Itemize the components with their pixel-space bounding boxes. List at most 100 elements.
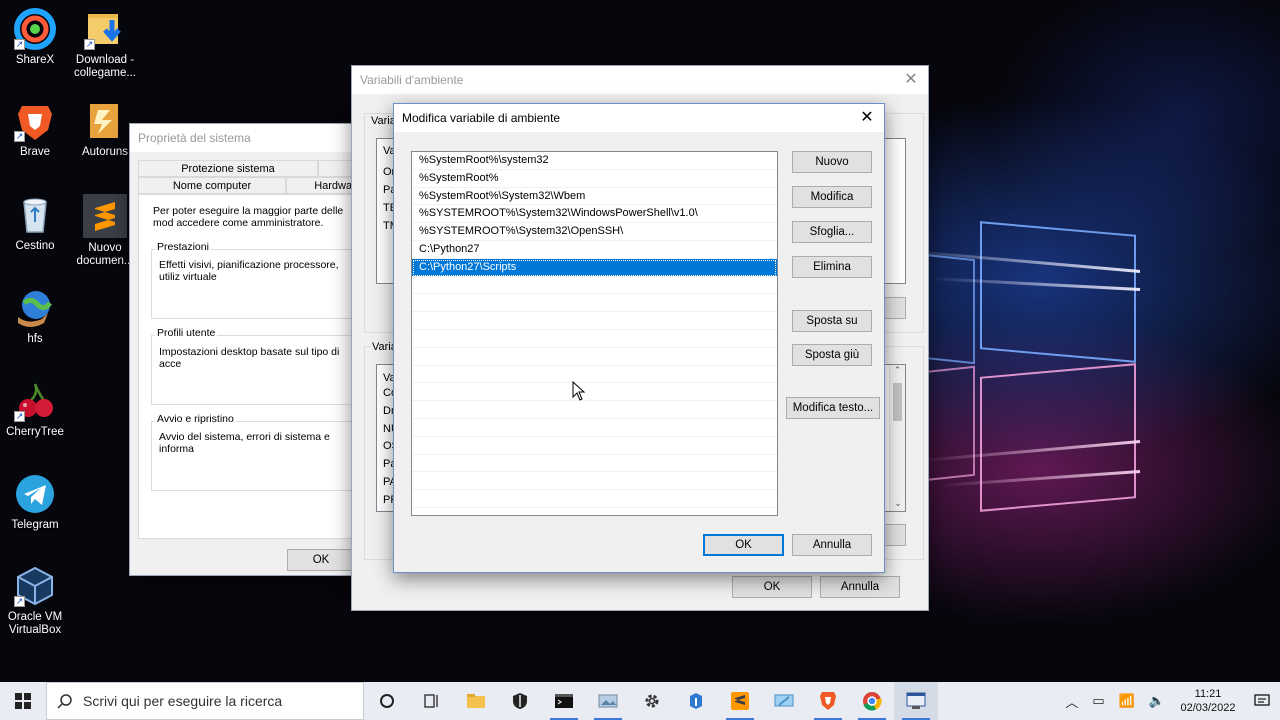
move-up-button[interactable]: Sposta su xyxy=(792,310,872,332)
settings-icon[interactable] xyxy=(630,682,674,720)
list-item-empty[interactable] xyxy=(412,294,777,313)
window-title: Modifica variabile di ambiente xyxy=(394,104,884,132)
shortcut-arrow-icon: ↗ xyxy=(84,39,95,50)
teams-icon[interactable] xyxy=(674,682,718,720)
desktop-icon-label: Cestino xyxy=(15,240,55,252)
admin-notice: Per poter eseguire la maggior parte dell… xyxy=(153,205,344,229)
list-item[interactable]: %SystemRoot%\system32 xyxy=(412,152,777,170)
list-item[interactable]: C:\Python27 xyxy=(412,241,777,259)
path-entries-list[interactable]: %SystemRoot%\system32 %SystemRoot% %Syst… xyxy=(411,151,778,516)
desktop-icon-brave[interactable]: ↗ Brave xyxy=(0,100,70,159)
list-item[interactable]: %SYSTEMROOT%\System32\OpenSSH\ xyxy=(412,223,777,241)
file-explorer-icon[interactable] xyxy=(454,682,498,720)
brave-icon[interactable] xyxy=(806,682,850,720)
list-item-empty[interactable] xyxy=(412,472,777,491)
sublime-icon[interactable] xyxy=(718,682,762,720)
clock-date: 02/03/2022 xyxy=(1180,702,1236,714)
list-item-empty[interactable] xyxy=(412,366,777,384)
search-box[interactable]: Scrivi qui per eseguire la ricerca xyxy=(46,682,364,720)
chrome-icon[interactable] xyxy=(850,682,894,720)
ok-button[interactable]: OK xyxy=(703,534,784,556)
chevron-up-icon[interactable]: ︿ xyxy=(1065,692,1078,711)
clock-time: 11:21 xyxy=(1194,688,1222,700)
list-item-empty[interactable] xyxy=(412,312,777,330)
list-item-empty[interactable] xyxy=(412,383,777,402)
delete-button[interactable]: Elimina xyxy=(792,256,872,278)
shortcut-arrow-icon: ↗ xyxy=(14,39,25,50)
scrollbar-thumb[interactable] xyxy=(893,383,902,421)
chevron-up-icon[interactable]: ⌃ xyxy=(890,365,905,376)
window-logo-pane xyxy=(980,363,1136,512)
close-icon[interactable]: ✕ xyxy=(856,108,878,128)
list-item[interactable]: %SystemRoot%\System32\Wbem xyxy=(412,188,777,206)
desktop-icon-download[interactable]: ↗ Download - collegame... xyxy=(70,8,140,80)
notifications-icon[interactable] xyxy=(1244,682,1280,720)
list-item-empty[interactable] xyxy=(412,401,777,419)
desktop-icon-label: ShareX xyxy=(15,54,55,66)
edit-text-button[interactable]: Modifica testo... xyxy=(786,397,880,419)
cortana-icon[interactable] xyxy=(364,682,410,720)
autoruns-icon xyxy=(84,100,126,142)
wifi-icon[interactable]: 📶 xyxy=(1119,693,1135,709)
window-title: Variabili d'ambiente xyxy=(352,66,928,94)
windows-logo-icon xyxy=(15,693,31,709)
clock[interactable]: 11:21 02/03/2022 xyxy=(1172,687,1244,715)
list-item-empty[interactable] xyxy=(412,419,777,437)
list-item-empty[interactable] xyxy=(412,277,777,295)
tab-protezione-sistema[interactable]: Protezione sistema xyxy=(138,160,318,177)
list-item-empty[interactable] xyxy=(412,437,777,455)
chevron-down-icon[interactable]: ⌄ xyxy=(890,498,906,509)
edit-environment-variable-dialog[interactable]: Modifica variabile di ambiente ✕ %System… xyxy=(393,103,885,573)
task-view-icon[interactable] xyxy=(410,682,454,720)
search-icon xyxy=(57,694,72,709)
list-item[interactable]: %SystemRoot% xyxy=(412,170,777,188)
virtualbox-icon: ↗ xyxy=(14,565,56,607)
list-item-empty[interactable] xyxy=(412,455,777,473)
start-button[interactable] xyxy=(0,682,46,720)
ok-button[interactable]: OK xyxy=(287,549,355,571)
performance-group-label: Prestazioni xyxy=(155,241,211,253)
startup-recovery-description: Avvio del sistema, errori di sistema e i… xyxy=(159,431,330,455)
recycle-bin-icon xyxy=(14,194,56,236)
battery-icon[interactable]: ▭ xyxy=(1092,693,1104,709)
remote-desktop-icon[interactable] xyxy=(762,682,806,720)
tab-hardware[interactable]: Hardwar xyxy=(286,177,358,194)
taskbar: Scrivi qui per eseguire la ricerca ︿ ▭ 📶… xyxy=(0,682,1280,720)
shortcut-arrow-icon: ↗ xyxy=(14,131,25,142)
cancel-button[interactable]: Annulla xyxy=(792,534,872,556)
desktop-icon-recycle-bin[interactable]: Cestino xyxy=(0,194,70,253)
list-item-empty[interactable] xyxy=(412,330,777,348)
scrollbar[interactable]: ⌃ ⌄ xyxy=(889,365,905,511)
terminal-icon[interactable] xyxy=(542,682,586,720)
desktop-icon-sharex[interactable]: ↗ ShareX xyxy=(0,8,70,67)
desktop-icon-label: Brave xyxy=(19,146,51,158)
shortcut-arrow-icon: ↗ xyxy=(14,411,25,422)
desktop-icon-cherrytree[interactable]: ↗ CherryTree xyxy=(0,380,70,439)
desktop-icon-telegram[interactable]: Telegram xyxy=(0,473,70,532)
list-item[interactable]: %SYSTEMROOT%\System32\WindowsPowerShell\… xyxy=(412,205,777,224)
tab-nome-computer[interactable]: Nome computer xyxy=(138,177,286,194)
list-item-empty[interactable] xyxy=(412,490,777,508)
desktop-icon-virtualbox[interactable]: ↗ Oracle VM VirtualBox xyxy=(0,565,70,637)
cherrytree-icon: ↗ xyxy=(14,380,56,422)
desktop-icon-hfs[interactable]: hfs xyxy=(0,287,70,346)
browse-button[interactable]: Sfoglia... xyxy=(792,221,872,243)
desktop-icon-label: Download - collegame... xyxy=(73,54,136,79)
startup-recovery-group-label: Avvio e ripristino xyxy=(155,413,236,425)
system-props-icon[interactable] xyxy=(894,682,938,720)
security-icon[interactable] xyxy=(498,682,542,720)
user-profiles-group-label: Profili utente xyxy=(155,327,218,339)
volume-icon[interactable]: 🔈 xyxy=(1149,693,1165,709)
list-item-empty[interactable] xyxy=(412,348,777,366)
move-down-button[interactable]: Sposta giù xyxy=(792,344,872,366)
telegram-icon xyxy=(14,473,56,515)
list-item-selected[interactable]: C:\Python27\Scripts xyxy=(412,258,777,277)
desktop-icon-label: hfs xyxy=(27,333,43,345)
photos-icon[interactable] xyxy=(586,682,630,720)
ok-button[interactable]: OK xyxy=(732,576,812,598)
new-button[interactable]: Nuovo xyxy=(792,151,872,173)
close-icon[interactable]: ✕ xyxy=(900,70,922,90)
cancel-button[interactable]: Annulla xyxy=(820,576,900,598)
edit-button[interactable]: Modifica xyxy=(792,186,872,208)
user-profiles-description: Impostazioni desktop basate sul tipo di … xyxy=(159,346,340,370)
